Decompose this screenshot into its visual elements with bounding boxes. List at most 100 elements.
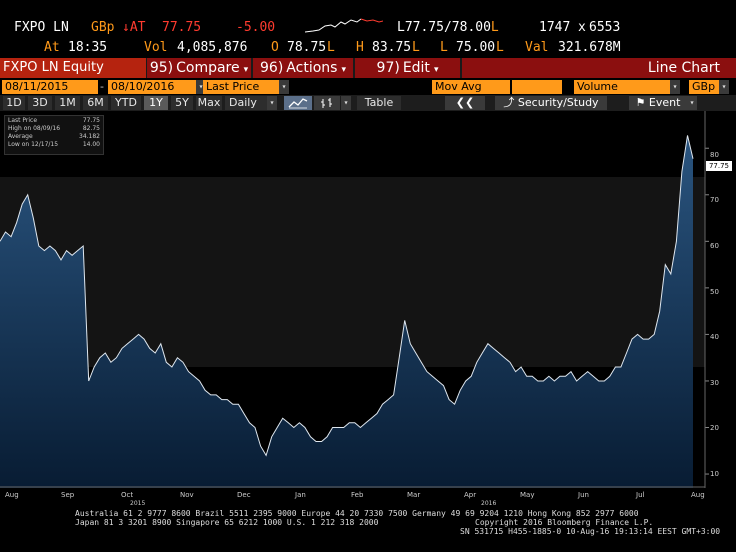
event-label: Event bbox=[648, 96, 681, 109]
table-button[interactable]: Table bbox=[357, 96, 401, 110]
x-tick: May bbox=[520, 491, 535, 499]
x-tick: Jul bbox=[636, 491, 645, 499]
chevron-down-icon[interactable]: ▾ bbox=[341, 96, 351, 110]
actions-label: Actions bbox=[286, 60, 338, 76]
high-label: H bbox=[356, 40, 364, 55]
open-suffix: L bbox=[327, 40, 335, 55]
chevron-down-icon: ▾ bbox=[341, 65, 346, 75]
legend-value: 14.00 bbox=[82, 141, 100, 148]
val-label: Val bbox=[525, 40, 549, 55]
end-date-field[interactable]: 08/10/2016 bbox=[108, 80, 196, 94]
price-chart[interactable] bbox=[0, 111, 736, 488]
footer-session: SN 531715 H455-1885-0 10-Aug-16 19:13:14… bbox=[460, 527, 721, 536]
compare-button[interactable]: 95) Compare ▾ bbox=[147, 58, 251, 78]
period-6m[interactable]: 6M bbox=[83, 96, 108, 110]
low-label: L bbox=[440, 40, 448, 55]
chevron-down-icon[interactable]: ▾ bbox=[687, 96, 697, 110]
footer-contacts-1: Australia 61 2 9777 8600 Brazil 5511 239… bbox=[75, 509, 639, 518]
period-ytd[interactable]: YTD bbox=[111, 96, 141, 110]
period-1m[interactable]: 1M bbox=[55, 96, 80, 110]
x-tick: Jan bbox=[295, 491, 306, 499]
legend-value: 77.75 bbox=[82, 117, 100, 124]
down-arrow-at: ↓AT bbox=[122, 20, 146, 35]
price-field-select[interactable]: Last Price bbox=[203, 80, 279, 94]
security-name: FXPO LN Equity bbox=[3, 60, 104, 75]
price-chart-svg[interactable] bbox=[0, 111, 736, 488]
y-tick: 80 bbox=[710, 151, 719, 159]
edit-number: 97) bbox=[376, 60, 400, 76]
chevron-down-icon[interactable]: ▾ bbox=[279, 80, 289, 94]
x-tick: Nov bbox=[180, 491, 194, 499]
bid-prefix: L bbox=[397, 20, 405, 35]
open-value: 78.75 bbox=[287, 40, 327, 55]
x-tick: Oct bbox=[121, 491, 134, 499]
last-price: 77.75 bbox=[162, 20, 202, 35]
collapse-icon[interactable]: ❮❮ bbox=[445, 96, 485, 110]
val-value: 321.678M bbox=[558, 40, 621, 55]
bid-size: 1747 bbox=[539, 20, 571, 35]
currency-field[interactable]: GBp bbox=[689, 80, 719, 94]
period-3d[interactable]: 3D bbox=[28, 96, 52, 110]
chevron-down-icon[interactable]: ▾ bbox=[670, 80, 680, 94]
low-value: 75.00 bbox=[456, 40, 496, 55]
chevron-down-icon[interactable]: ▾ bbox=[267, 96, 277, 110]
frequency-select[interactable]: Daily bbox=[225, 96, 267, 110]
chevron-down-icon: ▾ bbox=[433, 65, 439, 75]
security-study-label: Security/Study bbox=[517, 96, 599, 109]
volume-field[interactable]: Volume bbox=[574, 80, 670, 94]
legend-label: Low on 12/17/15 bbox=[8, 141, 59, 148]
ask-size: 6553 bbox=[589, 20, 621, 35]
time-label: At bbox=[44, 40, 60, 55]
flag-icon: ⚑ bbox=[635, 96, 646, 109]
compare-number: 95) bbox=[149, 60, 174, 76]
bid-ask-values: 77.75/78.00 bbox=[404, 20, 491, 35]
volume-value: 4,085,876 bbox=[177, 40, 248, 55]
security-box[interactable]: FXPO LN Equity bbox=[0, 58, 146, 78]
chart-legend: Last Price 77.75 High on 08/09/16 82.75 Av… bbox=[4, 115, 104, 155]
y-tick: 30 bbox=[710, 379, 719, 387]
x-tick: Mar bbox=[407, 491, 421, 499]
x-tick: Dec bbox=[237, 491, 251, 499]
low-suffix: L bbox=[496, 40, 504, 55]
security-study-button[interactable]: ⤴ Security/Study bbox=[495, 96, 607, 110]
frequency-label: Daily bbox=[229, 96, 257, 109]
actions-number: 96) bbox=[260, 60, 284, 76]
y-tick: 40 bbox=[710, 333, 719, 341]
period-1y[interactable]: 1Y bbox=[144, 96, 168, 110]
y-tick: 70 bbox=[710, 196, 719, 204]
bid-ask: L77.75/78.00L bbox=[397, 20, 499, 36]
legend-value: 82.75 bbox=[82, 125, 100, 132]
period-5y[interactable]: 5Y bbox=[171, 96, 193, 110]
last-price-label: 77.75 bbox=[706, 161, 732, 171]
event-button[interactable]: ⚑ Event bbox=[629, 96, 687, 110]
high-value: 83.75 bbox=[372, 40, 412, 55]
x-tick: Jun bbox=[578, 491, 589, 499]
actions-button[interactable]: 96) Actions ▾ bbox=[253, 58, 353, 78]
mov-avg-field[interactable]: Mov Avg bbox=[432, 80, 510, 94]
footer-copyright: Copyright 2016 Bloomberg Finance L.P. bbox=[475, 518, 654, 527]
chevron-down-icon: ▾ bbox=[243, 65, 249, 75]
mov-avg-value[interactable] bbox=[512, 80, 562, 94]
x-tick: Sep bbox=[61, 491, 75, 499]
line-chart-icon[interactable] bbox=[284, 96, 312, 110]
x-tick: Aug bbox=[691, 491, 705, 499]
start-date-field[interactable]: 08/11/2015 bbox=[2, 80, 98, 94]
bar-chart-icon[interactable] bbox=[314, 96, 340, 110]
period-max[interactable]: Max bbox=[196, 96, 222, 110]
chevron-down-icon[interactable]: ▾ bbox=[719, 80, 729, 94]
edit-button[interactable]: 97) Edit ▾ bbox=[355, 58, 460, 78]
compare-label: Compare bbox=[176, 60, 240, 76]
vol-label: Vol bbox=[144, 40, 168, 55]
time: 18:35 bbox=[68, 40, 108, 55]
legend-label: High on 08/09/16 bbox=[8, 125, 61, 132]
open-label: O bbox=[271, 40, 279, 55]
y-tick: 50 bbox=[710, 288, 719, 296]
period-1d[interactable]: 1D bbox=[3, 96, 25, 110]
legend-row-average: Average 34.182 bbox=[8, 133, 100, 141]
y-tick: 20 bbox=[710, 424, 719, 432]
legend-row-high: High on 08/09/16 82.75 bbox=[8, 125, 100, 133]
ticker: FXPO LN bbox=[14, 20, 69, 35]
quote-line-1: FXPO LN bbox=[14, 20, 69, 36]
edit-label: Edit bbox=[402, 60, 430, 76]
high-suffix: L bbox=[412, 40, 420, 55]
